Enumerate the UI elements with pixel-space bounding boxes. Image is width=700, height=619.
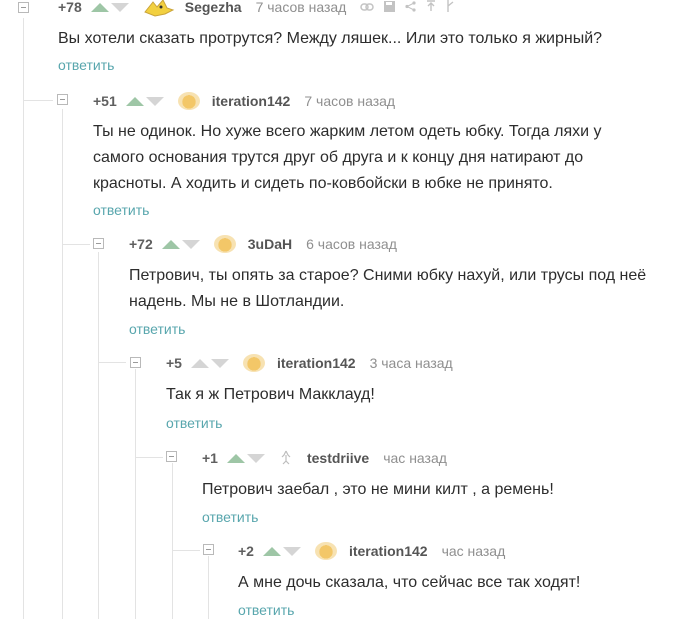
collapse-toggle[interactable]	[57, 94, 68, 105]
arrow-up-icon[interactable]	[426, 0, 436, 14]
comment-rating: +5	[166, 355, 182, 371]
smiley-avatar-icon[interactable]	[314, 542, 337, 560]
comment-header: +5 iteration142 3 часа назад	[166, 353, 453, 373]
save-icon[interactable]	[384, 0, 396, 14]
reply-link[interactable]: ответить	[129, 321, 185, 337]
thread-line	[23, 18, 24, 619]
downvote-icon[interactable]	[282, 546, 301, 556]
comment-time[interactable]: 3 часа назад	[370, 355, 453, 371]
collapse-toggle[interactable]	[130, 357, 141, 368]
ghost-avatar-icon[interactable]	[279, 449, 293, 467]
reply-link[interactable]: ответить	[58, 57, 114, 73]
comment-author[interactable]: iteration142	[212, 93, 291, 109]
thread-line	[62, 109, 63, 619]
share-icon[interactable]	[405, 0, 416, 14]
comment-text: Петрович, ты опять за старое? Сними юбку…	[129, 267, 647, 310]
reply-link[interactable]: ответить	[93, 202, 149, 218]
comment-rating: +2	[238, 543, 254, 559]
thread-connector	[98, 362, 126, 363]
thread-connector	[135, 457, 163, 458]
comment-rating: +1	[202, 450, 218, 466]
comment-author[interactable]: iteration142	[277, 355, 356, 371]
comment-time[interactable]: 6 часов назад	[306, 236, 397, 252]
upvote-icon[interactable]	[262, 546, 281, 556]
upvote-icon[interactable]	[161, 239, 180, 249]
thread-line	[98, 252, 99, 619]
branch-icon[interactable]	[446, 0, 454, 14]
comment-time[interactable]: 7 часов назад	[304, 93, 395, 109]
comment-text: Петрович заебал , это не мини килт , а р…	[202, 481, 554, 498]
comment-rating: +72	[129, 236, 153, 252]
smiley-avatar-icon[interactable]	[242, 354, 265, 372]
downvote-icon[interactable]	[210, 358, 229, 368]
comment-author[interactable]: iteration142	[349, 543, 428, 559]
link-icon[interactable]	[360, 1, 375, 14]
thread-connector	[172, 550, 200, 551]
comment-author[interactable]: testdriive	[307, 450, 369, 466]
comment-rating: +51	[93, 93, 117, 109]
comment-tools	[360, 0, 454, 14]
reply-link[interactable]: ответить	[202, 509, 258, 525]
thread-line	[172, 463, 173, 619]
downvote-icon[interactable]	[145, 96, 164, 106]
thread-connector	[62, 244, 90, 245]
collapse-toggle[interactable]	[18, 2, 29, 13]
comment-header: +1 testdriive час назад	[202, 448, 447, 468]
upvote-icon[interactable]	[226, 453, 245, 463]
collapse-toggle[interactable]	[93, 238, 104, 249]
reply-link[interactable]: ответить	[238, 602, 294, 618]
smiley-avatar-icon[interactable]	[177, 92, 200, 110]
comment-time[interactable]: час назад	[383, 450, 447, 466]
comment-rating: +78	[58, 0, 82, 15]
smiley-avatar-icon[interactable]	[213, 235, 236, 253]
downvote-icon[interactable]	[110, 2, 129, 12]
comment-text: Ты не одинок. Но хуже всего жарким летом…	[93, 123, 602, 192]
comment-header: +51 iteration142 7 часов назад	[93, 91, 395, 111]
cartoon-cat-icon[interactable]	[143, 0, 175, 17]
comment-time[interactable]: час назад	[442, 543, 506, 559]
comment-text: Вы хотели сказать протрутся? Между ляшек…	[58, 30, 603, 47]
comment-author[interactable]: Segezha	[185, 0, 242, 15]
collapse-toggle[interactable]	[166, 451, 177, 462]
thread-connector	[23, 100, 53, 101]
comment-header: +72 3uDaH 6 часов назад	[129, 234, 397, 254]
thread-line	[208, 556, 209, 619]
upvote-icon[interactable]	[190, 358, 209, 368]
downvote-icon[interactable]	[246, 453, 265, 463]
downvote-icon[interactable]	[181, 239, 200, 249]
comment-time[interactable]: 7 часов назад	[256, 0, 347, 15]
thread-line	[135, 369, 136, 619]
upvote-icon[interactable]	[125, 96, 144, 106]
comment-header: +2 iteration142 час назад	[238, 541, 505, 561]
comment-header: +78 Segezha 7 часов назад	[58, 0, 454, 17]
comment-text: Так я ж Петрович Макклауд!	[166, 386, 375, 403]
reply-link[interactable]: ответить	[166, 415, 222, 431]
collapse-toggle[interactable]	[203, 544, 214, 555]
comment-text: А мне дочь сказала, что сейчас все так х…	[238, 574, 581, 591]
upvote-icon[interactable]	[90, 2, 109, 12]
comment-author[interactable]: 3uDaH	[248, 236, 292, 252]
